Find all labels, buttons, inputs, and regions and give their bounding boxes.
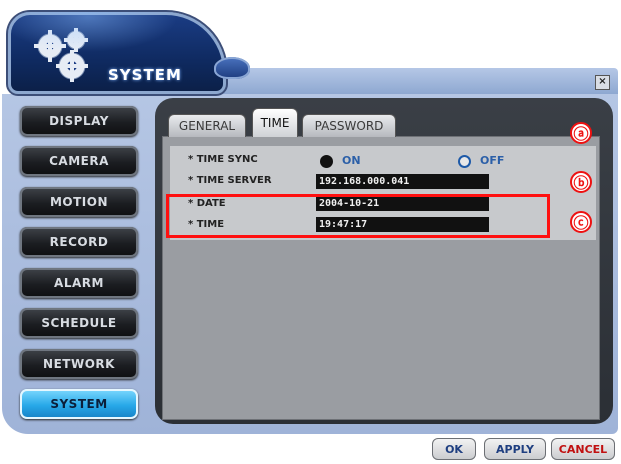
sidebar-item-motion[interactable]: MOTION [20,187,138,217]
gears-icon [34,28,88,82]
time-sync-on-label[interactable]: ON [342,154,361,167]
time-sync-off-label[interactable]: OFF [480,154,504,167]
sidebar-item-alarm[interactable]: ALARM [20,268,138,298]
time-sync-label: * TIME SYNC [188,154,258,165]
time-sync-on-radio[interactable] [320,155,333,168]
system-setup-window: × SYSTEM DISPLAY CAMERA MOTION RECORD AL… [2,2,618,460]
sidebar-item-network[interactable]: NETWORK [20,349,138,379]
date-time-highlight-box [166,194,550,238]
ok-button[interactable]: OK [432,438,476,460]
sidebar-item-camera[interactable]: CAMERA [20,146,138,176]
tab-password[interactable]: PASSWORD [302,114,396,137]
annotation-marker-b: ⓑ [570,171,592,193]
annotation-marker-c: ⓒ [570,211,592,233]
sidebar-item-display[interactable]: DISPLAY [20,106,138,136]
menu-header-badge: SYSTEM [8,12,226,94]
cancel-button[interactable]: CANCEL [551,438,615,460]
sidebar-item-record[interactable]: RECORD [20,227,138,257]
tab-general[interactable]: GENERAL [168,114,246,137]
apply-button[interactable]: APPLY [484,438,546,460]
time-sync-off-radio[interactable] [458,155,471,168]
header-title: SYSTEM [108,66,182,84]
close-button[interactable]: × [595,75,610,90]
annotation-marker-a: ⓐ [570,122,592,144]
time-server-label: * TIME SERVER [188,175,272,186]
header-decoration [214,57,250,79]
tab-time[interactable]: TIME [252,108,298,137]
sidebar-item-schedule[interactable]: SCHEDULE [20,308,138,338]
sidebar-item-system[interactable]: SYSTEM [20,389,138,419]
time-server-field[interactable]: 192.168.000.041 [316,174,489,189]
